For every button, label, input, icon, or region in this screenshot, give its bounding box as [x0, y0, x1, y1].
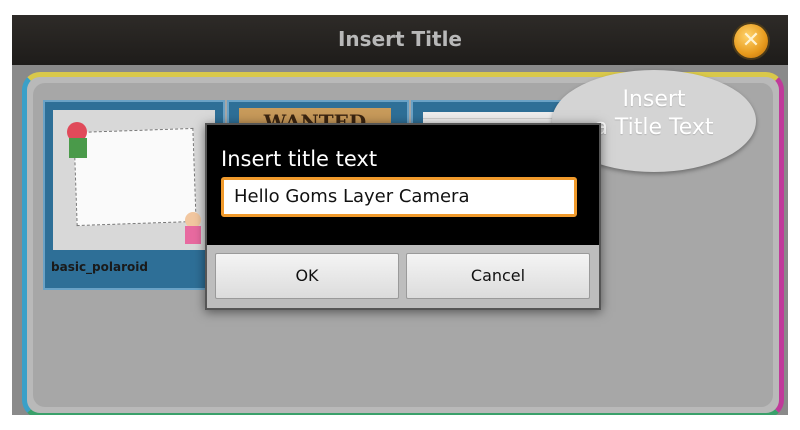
title-text-input[interactable]: Hello Goms Layer Camera [221, 177, 577, 217]
template-card-basic-polaroid[interactable]: basic_polaroid [43, 100, 225, 290]
dialog-button-bar: OK Cancel [207, 245, 599, 308]
dialog-heading: Insert title text [221, 147, 378, 171]
cancel-button[interactable]: Cancel [406, 253, 590, 299]
template-thumbnail [53, 110, 215, 250]
polaroid-decoration-graphic [67, 122, 201, 244]
screen-title: Insert Title [337, 27, 462, 51]
close-icon[interactable]: ✕ [734, 24, 768, 58]
insert-title-dialog: Insert title text Hello Goms Layer Camer… [205, 123, 601, 310]
callout-line-1: Insert [622, 87, 686, 112]
template-card-label: basic_polaroid [51, 260, 148, 274]
title-bar: Insert Title ✕ [12, 15, 788, 65]
ok-button[interactable]: OK [215, 253, 399, 299]
